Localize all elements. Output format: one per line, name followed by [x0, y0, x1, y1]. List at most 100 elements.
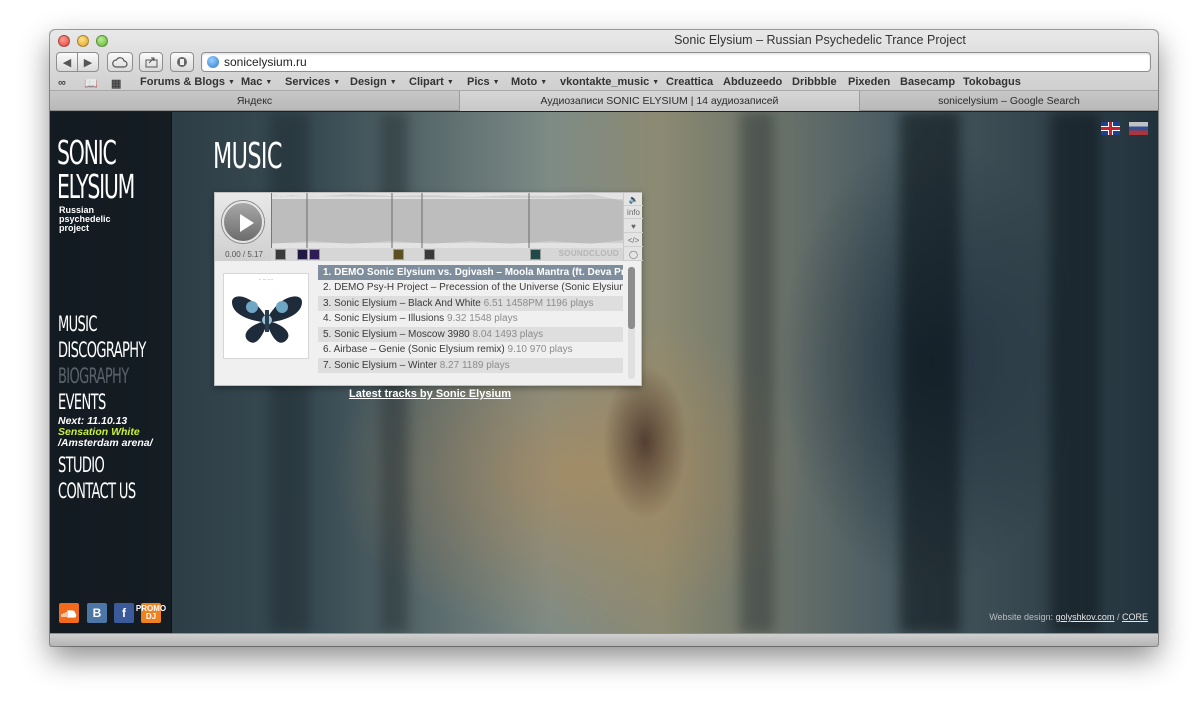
bookmarks-book-icon[interactable]: 📖: [84, 77, 98, 90]
bookmark-pics[interactable]: Pics ▼: [467, 76, 500, 88]
credit-core-link[interactable]: CORE: [1122, 612, 1148, 622]
tab-vk-audio[interactable]: Аудиозаписи SONIC ELYSIUM | 14 аудиозапи…: [460, 91, 860, 111]
soundcloud-link[interactable]: [59, 603, 79, 623]
info-button[interactable]: info: [624, 206, 643, 219]
address-bar[interactable]: sonicelysium.ru: [201, 52, 1151, 72]
track-title: 7. Sonic Elysium – Winter: [323, 360, 437, 371]
embed-icon[interactable]: </>: [624, 234, 643, 247]
share-button[interactable]: [139, 52, 163, 72]
back-button[interactable]: ◀: [56, 52, 78, 72]
bookmark-clipart[interactable]: Clipart ▼: [409, 76, 454, 88]
bookmark-dribbble[interactable]: Dribbble: [792, 76, 837, 88]
bookmark-pixeden[interactable]: Pixeden: [848, 76, 890, 88]
credit-author-link[interactable]: golyshkov.com: [1056, 612, 1115, 622]
bookmark-label: Pics: [467, 76, 490, 88]
bookmark-forums-blogs[interactable]: Forums & Blogs ▼: [140, 76, 235, 88]
url-text: sonicelysium.ru: [224, 55, 307, 69]
track-title: 3. Sonic Elysium – Black And White: [323, 298, 481, 309]
forward-button[interactable]: ▶: [77, 52, 99, 72]
album-artwork[interactable]: ·· ··· ····: [223, 273, 309, 359]
bookmark-vkontakte-music[interactable]: vkontakte_music ▼: [560, 76, 659, 88]
soundcloud-brand[interactable]: SOUNDCLOUD: [559, 249, 619, 258]
vk-link[interactable]: B: [87, 603, 107, 623]
volume-icon[interactable]: 🔈: [624, 193, 643, 206]
reader-button[interactable]: [170, 52, 194, 72]
share-icon: [145, 57, 157, 67]
logo-line: SONIC: [57, 133, 117, 172]
chevron-down-icon: ▼: [227, 79, 235, 86]
nav-contact-us[interactable]: CONTACT US: [58, 479, 136, 503]
tab-bar: Яндекс Аудиозаписи SONIC ELYSIUM | 14 ау…: [50, 91, 1158, 111]
track-row[interactable]: 1. DEMO Sonic Elysium vs. Dgivash – Mool…: [318, 265, 623, 280]
bookmark-label: Mac: [241, 76, 263, 88]
credit-label: Website design:: [989, 612, 1054, 622]
zoom-window-button[interactable]: [96, 35, 108, 47]
chevron-down-icon: ▼: [389, 79, 397, 86]
close-window-button[interactable]: [58, 35, 70, 47]
en-flag-icon[interactable]: [1101, 122, 1120, 135]
bookmark-services[interactable]: Services ▼: [285, 76, 340, 88]
minimize-window-button[interactable]: [77, 35, 89, 47]
track-meta: 9.10 970 plays: [507, 344, 573, 355]
promodj-icon: PROMO DJ: [135, 604, 167, 621]
track-row[interactable]: 2. DEMO Psy-H Project – Precession of th…: [318, 280, 623, 295]
comment-avatar[interactable]: [309, 249, 320, 260]
track-row[interactable]: 7. Sonic Elysium – Winter 8.27 1189 play…: [318, 358, 623, 373]
comment-icon[interactable]: ◯: [624, 248, 643, 261]
nav-events[interactable]: EVENTS: [58, 390, 106, 414]
bookmark-label: Forums & Blogs: [140, 76, 225, 88]
comment-avatar[interactable]: [424, 249, 435, 260]
chevron-down-icon: ▼: [652, 79, 660, 86]
site-logo[interactable]: SONIC ELYSIUM: [57, 136, 150, 204]
nav-biography[interactable]: BIOGRAPHY: [58, 364, 129, 388]
bookmark-tokobagus[interactable]: Tokobagus: [963, 76, 1021, 88]
status-bar: [50, 633, 1158, 646]
track-row[interactable]: 3. Sonic Elysium – Black And White 6.51 …: [318, 296, 623, 311]
bookmark-moto[interactable]: Moto ▼: [511, 76, 547, 88]
comment-avatar[interactable]: [393, 249, 404, 260]
nav-music[interactable]: MUSIC: [58, 312, 97, 336]
facebook-link[interactable]: f: [114, 603, 134, 623]
heart-icon[interactable]: ♥: [624, 220, 643, 233]
tracklist-scrollbar[interactable]: [628, 267, 635, 379]
comment-avatar[interactable]: [530, 249, 541, 260]
bookmark-label: Moto: [511, 76, 538, 88]
chevron-left-icon: ◀: [62, 56, 72, 69]
site-credit: Website design: golyshkov.com / CORE: [989, 612, 1148, 622]
play-button[interactable]: [222, 201, 264, 243]
reading-list-icon[interactable]: ∞: [58, 77, 66, 89]
chevron-down-icon: ▼: [492, 79, 500, 86]
vk-icon: B: [92, 606, 102, 620]
bookmark-creattica[interactable]: Creattica: [666, 76, 713, 88]
tab-google-search[interactable]: sonicelysium – Google Search: [860, 91, 1158, 111]
bookmark-mac[interactable]: Mac ▼: [241, 76, 272, 88]
bookmark-design[interactable]: Design ▼: [350, 76, 397, 88]
promodj-link[interactable]: PROMO DJ: [136, 603, 166, 623]
ru-flag-icon[interactable]: [1129, 122, 1148, 135]
icloud-tabs-button[interactable]: [107, 52, 133, 72]
player-tools: 🔈 info ♥ </> ◯: [623, 193, 643, 261]
nav-discography[interactable]: DISCOGRAPHY: [58, 338, 146, 362]
track-row[interactable]: 5. Sonic Elysium – Moscow 3980 8.04 1493…: [318, 327, 623, 342]
scrollbar-thumb[interactable]: [628, 267, 635, 329]
bookmark-abduzeedo[interactable]: Abduzeedo: [723, 76, 782, 88]
bookmark-basecamp[interactable]: Basecamp: [900, 76, 955, 88]
globe-icon: [207, 56, 219, 68]
comment-avatar[interactable]: [297, 249, 308, 260]
waveform[interactable]: [271, 193, 623, 248]
facebook-icon: f: [122, 606, 126, 620]
browser-toolbar: Sonic Elysium – Russian Psychedelic Tran…: [50, 30, 1158, 91]
track-row[interactable]: 4. Sonic Elysium – Illusions 9.32 1548 p…: [318, 311, 623, 326]
track-title: 2. DEMO Psy-H Project – Precession of th…: [323, 282, 623, 293]
browser-window: Sonic Elysium – Russian Psychedelic Tran…: [50, 30, 1158, 646]
nav-studio[interactable]: STUDIO: [58, 453, 105, 477]
play-area: 0.00 / 5.17: [215, 193, 271, 261]
tab-yandex[interactable]: Яндекс: [50, 91, 460, 111]
event-venue: /Amsterdam arena/: [58, 437, 153, 449]
top-sites-grid-icon[interactable]: ▦: [111, 77, 121, 90]
track-row[interactable]: 6. Airbase – Genie (Sonic Elysium remix)…: [318, 342, 623, 357]
chevron-down-icon: ▼: [446, 79, 454, 86]
bookmark-label: vkontakte_music: [560, 76, 650, 88]
latest-tracks-link[interactable]: Latest tracks by Sonic Elysium: [349, 388, 511, 400]
comment-avatar[interactable]: [275, 249, 286, 260]
